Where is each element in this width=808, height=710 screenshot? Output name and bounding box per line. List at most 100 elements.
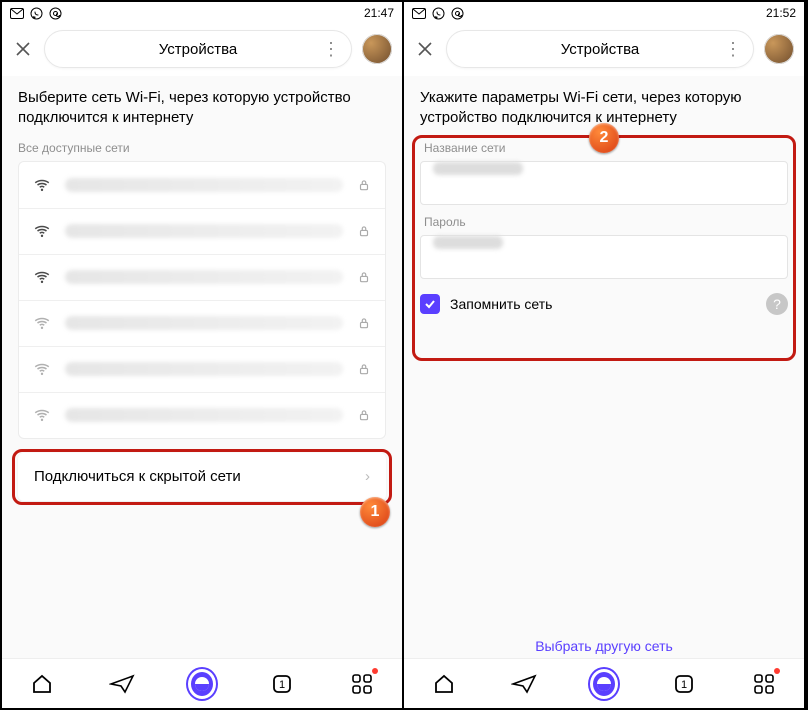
status-bar: 21:52 [404, 2, 804, 24]
hidden-network-label: Подключиться к скрытой сети [34, 468, 241, 485]
network-name-blurred [65, 178, 343, 192]
chevron-right-icon: › [365, 468, 370, 485]
main-body: Укажите параметры Wi-Fi сети, через кото… [404, 76, 804, 658]
annotation-badge-1: 1 [360, 497, 390, 527]
network-row[interactable] [19, 392, 385, 438]
send-icon [511, 674, 537, 694]
password-input[interactable] [420, 235, 788, 279]
wifi-icon [33, 360, 51, 378]
nav-home[interactable] [28, 670, 56, 698]
header: Устройства ⋮ [2, 24, 402, 76]
clock: 21:52 [766, 6, 796, 20]
at-icon [49, 7, 62, 20]
svg-text:1: 1 [681, 679, 687, 691]
network-row[interactable] [19, 162, 385, 208]
close-button[interactable] [414, 38, 436, 60]
nav-send[interactable] [108, 670, 136, 698]
kebab-icon[interactable]: ⋮ [724, 39, 743, 60]
notification-dot [774, 668, 780, 674]
apps-icon [753, 673, 775, 695]
nav-apps[interactable] [348, 670, 376, 698]
heading: Выберите сеть Wi-Fi, через которую устро… [18, 88, 386, 129]
lock-icon [357, 362, 371, 376]
choose-other-network-link[interactable]: Выбрать другую сеть [404, 638, 804, 654]
nav-alice[interactable] [590, 670, 618, 698]
network-list [18, 161, 386, 439]
whatsapp-icon [432, 7, 445, 20]
help-icon[interactable]: ? [766, 293, 788, 315]
remember-label: Запомнить сеть [450, 296, 552, 312]
phone-right: 21:52 Устройства ⋮ Укажите параметры Wi-… [404, 2, 806, 708]
mail-icon [412, 8, 426, 19]
subheading: Все доступные сети [18, 141, 386, 155]
close-icon [417, 41, 433, 57]
tabs-icon: 1 [271, 673, 293, 695]
network-row[interactable] [19, 346, 385, 392]
lock-icon [357, 270, 371, 284]
network-name-blurred [65, 316, 343, 330]
wifi-icon [33, 314, 51, 332]
status-left-icons [412, 7, 464, 20]
wifi-icon [33, 222, 51, 240]
at-icon [451, 7, 464, 20]
network-row[interactable] [19, 254, 385, 300]
page-title: Устройства [463, 41, 737, 58]
apps-icon [351, 673, 373, 695]
nav-alice[interactable] [188, 670, 216, 698]
page-title: Устройства [61, 41, 335, 58]
svg-text:1: 1 [279, 679, 285, 691]
nav-home[interactable] [430, 670, 458, 698]
password-label: Пароль [424, 215, 784, 229]
password-value-blurred [433, 236, 503, 249]
close-icon [15, 41, 31, 57]
nav-apps[interactable] [750, 670, 778, 698]
lock-icon [357, 178, 371, 192]
annotation-badge-2: 2 [589, 123, 619, 153]
clock: 21:47 [364, 6, 394, 20]
remember-checkbox[interactable] [420, 294, 440, 314]
check-icon [424, 298, 436, 310]
avatar[interactable] [764, 34, 794, 64]
network-name-blurred [65, 362, 343, 376]
close-button[interactable] [12, 38, 34, 60]
main-body: Выберите сеть Wi-Fi, через которую устро… [2, 76, 402, 658]
hidden-network-wrap: Подключиться к скрытой сети › 1 [18, 453, 386, 501]
send-icon [109, 674, 135, 694]
network-name-blurred [65, 408, 343, 422]
header: Устройства ⋮ [404, 24, 804, 76]
alice-icon [590, 669, 618, 699]
wifi-icon [33, 176, 51, 194]
network-name-blurred [65, 224, 343, 238]
title-pill[interactable]: Устройства ⋮ [44, 30, 352, 68]
status-bar: 21:47 [2, 2, 402, 24]
kebab-icon[interactable]: ⋮ [322, 39, 341, 60]
wifi-form: 2 Название сети Пароль Запомнить сеть ? [420, 141, 788, 315]
remember-row: Запомнить сеть ? [420, 293, 788, 315]
home-icon [30, 672, 54, 696]
wifi-icon [33, 268, 51, 286]
lock-icon [357, 224, 371, 238]
mail-icon [10, 8, 24, 19]
network-row[interactable] [19, 208, 385, 254]
lock-icon [357, 408, 371, 422]
connect-hidden-network-button[interactable]: Подключиться к скрытой сети › [18, 453, 386, 501]
tabs-icon: 1 [673, 673, 695, 695]
network-row[interactable] [19, 300, 385, 346]
home-icon [432, 672, 456, 696]
wifi-icon [33, 406, 51, 424]
network-name-blurred [65, 270, 343, 284]
bottom-nav: 1 [404, 658, 804, 708]
phone-left: 21:47 Устройства ⋮ Выберите сеть Wi-Fi, … [2, 2, 404, 708]
title-pill[interactable]: Устройства ⋮ [446, 30, 754, 68]
notification-dot [372, 668, 378, 674]
lock-icon [357, 316, 371, 330]
whatsapp-icon [30, 7, 43, 20]
nav-tabs[interactable]: 1 [670, 670, 698, 698]
alice-icon [188, 669, 216, 699]
ssid-value-blurred [433, 162, 523, 175]
ssid-input[interactable] [420, 161, 788, 205]
status-left-icons [10, 7, 62, 20]
avatar[interactable] [362, 34, 392, 64]
nav-tabs[interactable]: 1 [268, 670, 296, 698]
nav-send[interactable] [510, 670, 538, 698]
